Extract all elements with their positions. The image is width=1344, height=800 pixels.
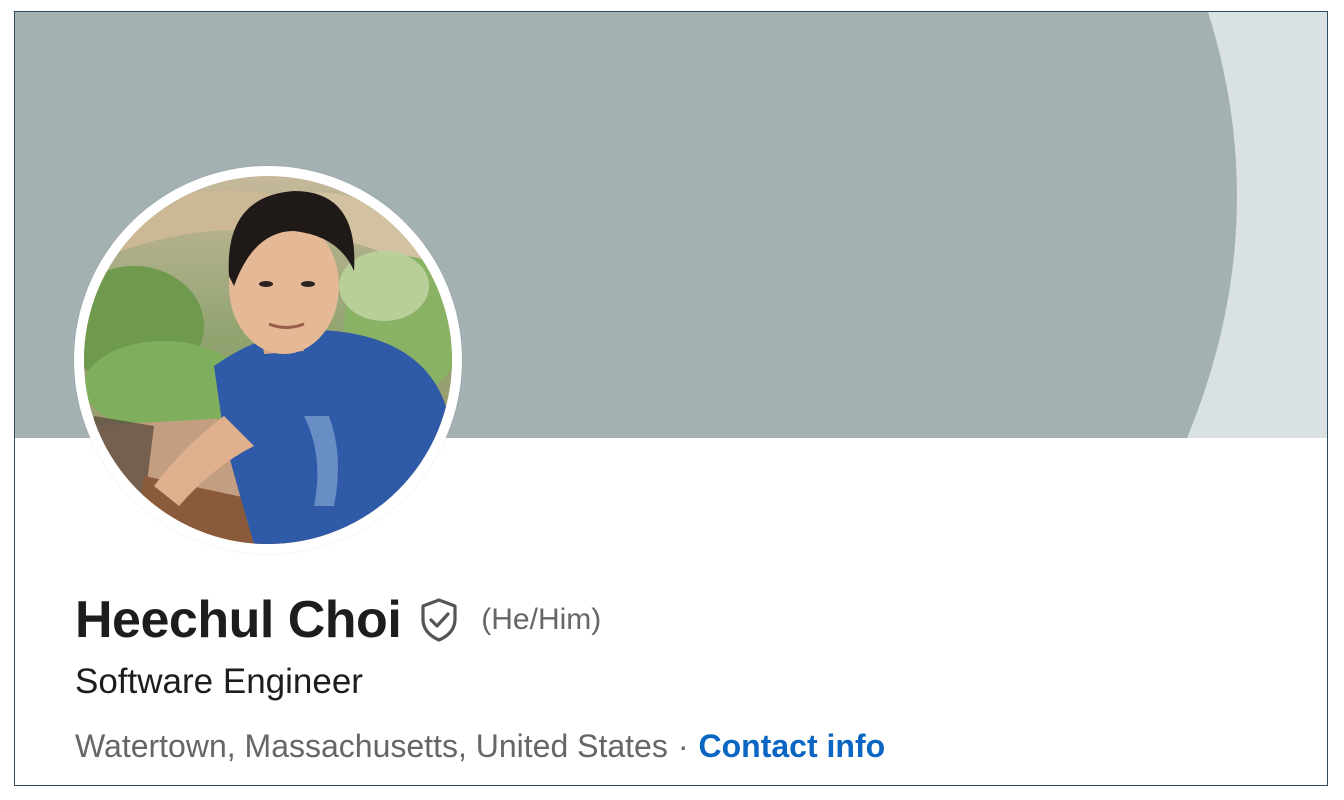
avatar[interactable] <box>84 176 452 544</box>
separator-dot: · <box>677 728 689 764</box>
verified-shield-icon[interactable] <box>417 596 461 644</box>
profile-name: Heechul Choi <box>75 591 402 649</box>
location: Watertown, Massachusetts, United States <box>75 728 668 764</box>
pronouns: (He/Him) <box>481 603 602 636</box>
contact-info-link[interactable]: Contact info <box>699 728 886 764</box>
profile-photo <box>84 176 452 544</box>
location-row: Watertown, Massachusetts, United States ·… <box>75 724 885 768</box>
profile-card: Heechul Choi (He/Him) Software Engineer … <box>14 11 1328 786</box>
headline: Software Engineer <box>75 662 363 701</box>
name-row: Heechul Choi (He/Him) <box>75 590 601 650</box>
